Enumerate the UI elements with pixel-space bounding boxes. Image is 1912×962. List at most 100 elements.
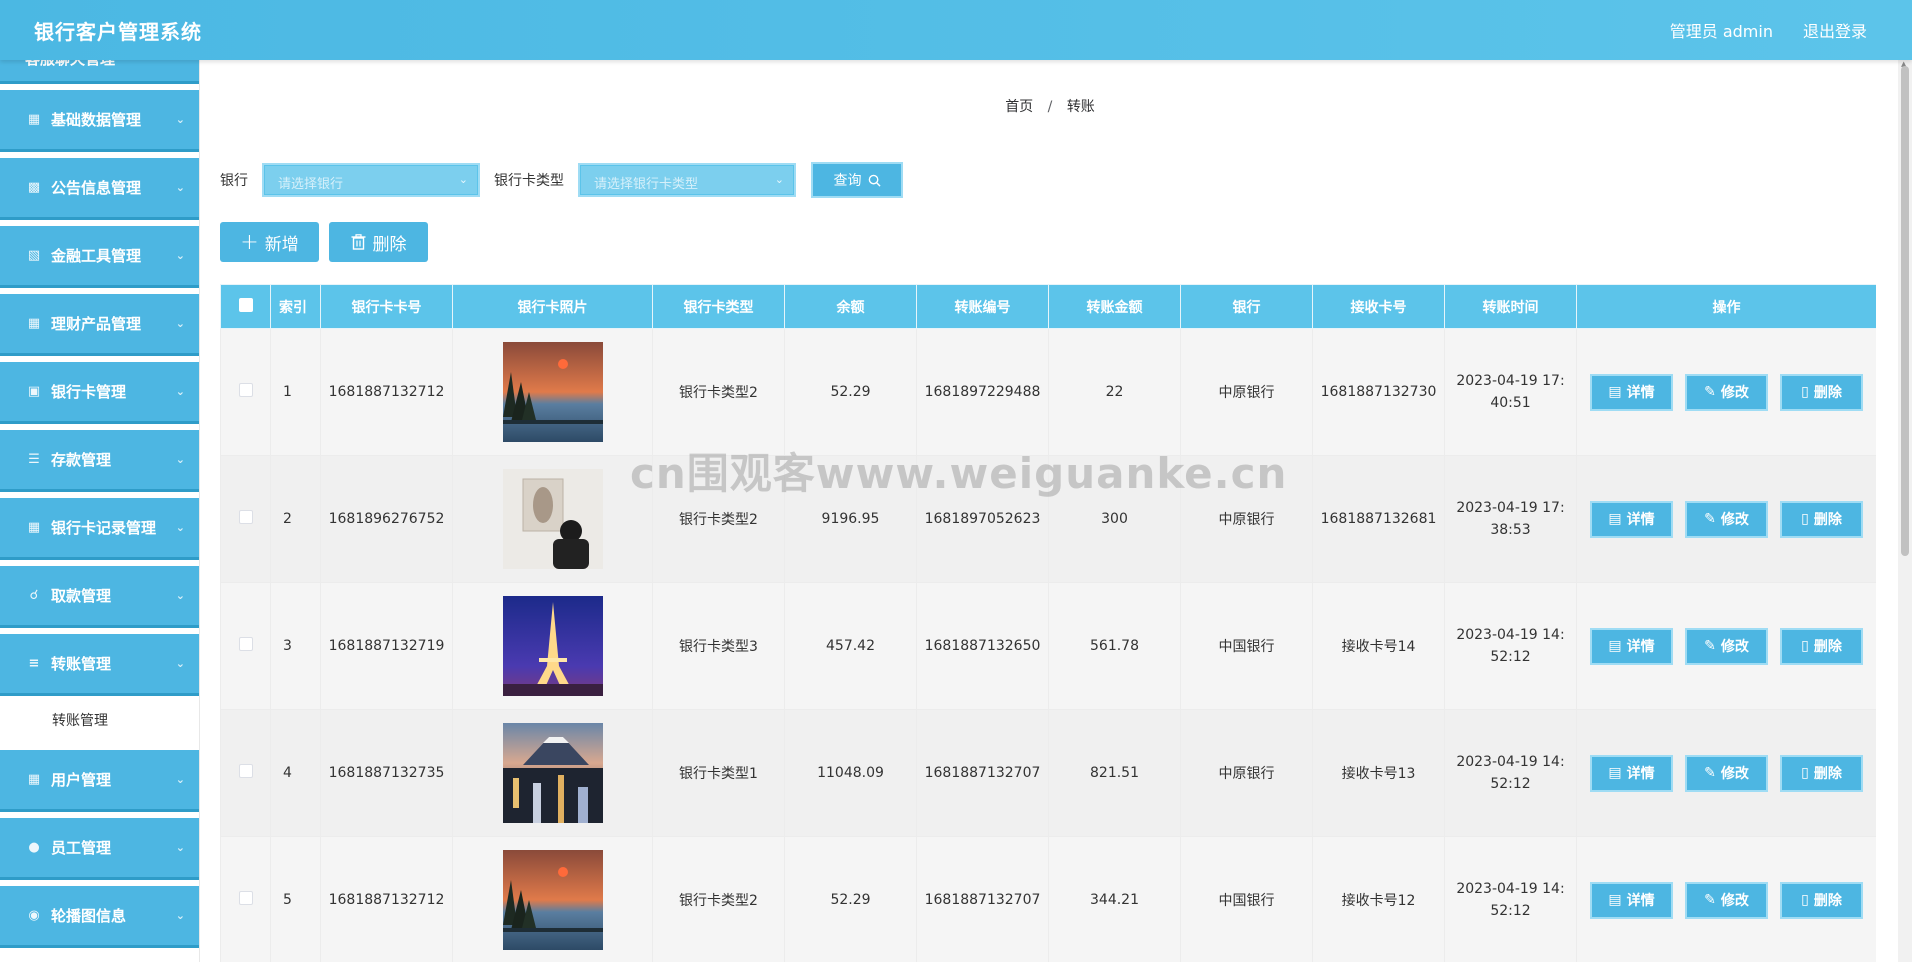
cell-receiver: 1681887132681 <box>1312 455 1445 583</box>
edit-button[interactable]: ✎ 修改 <box>1685 881 1768 919</box>
logout-link[interactable]: 退出登录 <box>1803 18 1867 42</box>
sidebar-item-7[interactable]: ☌ 取款管理 ⌄ <box>0 566 199 628</box>
scroll-thumb[interactable] <box>1901 66 1909 556</box>
chevron-down-icon: ⌄ <box>175 773 185 786</box>
pencil-icon: ✎ <box>1704 638 1716 654</box>
sidebar-item-4[interactable]: ▣ 银行卡管理 ⌄ <box>0 362 199 424</box>
breadcrumb-home[interactable]: 首页 <box>1005 99 1033 115</box>
delete-button[interactable]: ▯ 删除 <box>1780 373 1863 411</box>
table-row: 3 1681887132719 银行卡类型3 457.42 1681887132650 5… <box>220 582 1876 710</box>
page-scrollbar[interactable]: ▲ <box>1898 60 1912 962</box>
person-gallery-photo[interactable] <box>453 469 652 569</box>
bank-select[interactable]: 请选择银行 ⌄ <box>262 163 480 197</box>
sidebar-item-10[interactable]: ● 员工管理 ⌄ <box>0 818 199 880</box>
delete-button[interactable]: ▯ 删除 <box>1780 881 1863 919</box>
tool-icon: ▧ <box>27 248 41 263</box>
document-icon: ▤ <box>1608 511 1622 527</box>
edit-button[interactable]: ✎ 修改 <box>1685 754 1768 792</box>
edit-button[interactable]: ✎ 修改 <box>1685 627 1768 665</box>
column-header: 银行 <box>1180 284 1313 329</box>
column-header: 操作 <box>1576 284 1876 329</box>
main-content: 首页 / 转账 银行 请选择银行 ⌄ 银行卡类型 请选择银行卡类型 ⌄ 查询 +… <box>200 60 1912 962</box>
sidebar-item-label: 金融工具管理 <box>51 247 142 265</box>
row-select-cell[interactable] <box>220 582 271 710</box>
column-header: 银行卡照片 <box>452 284 653 329</box>
cell-card-type: 银行卡类型3 <box>652 582 785 710</box>
column-header: 转账时间 <box>1444 284 1577 329</box>
sidebar-item-6[interactable]: ▦ 银行卡记录管理 ⌄ <box>0 498 199 560</box>
cell-index: 3 <box>270 582 321 710</box>
sidebar-item-customer-chat[interactable]: 客服聊天管理 <box>0 60 199 84</box>
delete-button[interactable]: ▯ 删除 <box>1780 627 1863 665</box>
detail-button[interactable]: ▤ 详情 <box>1590 881 1673 919</box>
grid-icon: ▦ <box>27 316 41 331</box>
chevron-down-icon: ⌄ <box>175 385 185 398</box>
sidebar-item-label: 公告信息管理 <box>51 179 142 197</box>
column-header: 银行卡卡号 <box>320 284 453 329</box>
select-all-checkbox[interactable] <box>238 297 253 312</box>
sidebar-item-1[interactable]: ▩ 公告信息管理 ⌄ <box>0 158 199 220</box>
chevron-down-icon: ⌄ <box>175 657 185 670</box>
detail-button-label: 详情 <box>1626 512 1655 528</box>
user-icon: ● <box>28 840 40 855</box>
sidebar: 客服聊天管理 ▦基础数据管理⌄▩公告信息管理⌄ ▧ 金融工具管理 ⌄ ▦理财产品管理⌄▣… <box>0 60 200 962</box>
watermark: cn围观客www.weiguanke.cn <box>630 449 1288 498</box>
sidebar-item-8[interactable]: ≡ 转账管理 ⌄ <box>0 634 199 696</box>
row-checkbox[interactable] <box>238 891 253 905</box>
sidebar-item-11[interactable]: ◉ 轮播图信息 ⌄ <box>0 886 199 948</box>
edit-button[interactable]: ✎ 修改 <box>1685 500 1768 538</box>
row-select-cell[interactable] <box>220 455 271 583</box>
card-type-select[interactable]: 请选择银行卡类型 ⌄ <box>578 163 796 197</box>
search-button[interactable]: 查询 <box>811 162 903 198</box>
delete-button[interactable]: ▯ 删除 <box>1780 754 1863 792</box>
sidebar-item-2[interactable]: ▧ 金融工具管理 ⌄ <box>0 226 199 288</box>
search-icon <box>868 174 881 187</box>
detail-button[interactable]: ▤ 详情 <box>1590 373 1673 411</box>
trash-icon: ▯ <box>1801 765 1809 781</box>
cell-card-type: 银行卡类型1 <box>652 709 785 837</box>
sunset-lake-photo[interactable] <box>453 342 652 442</box>
detail-button-label: 详情 <box>1626 639 1655 655</box>
row-select-cell[interactable] <box>220 709 271 837</box>
eiffel-tower-photo[interactable] <box>453 596 652 696</box>
select-all-cell[interactable] <box>220 284 271 329</box>
mount-fuji-city-photo[interactable] <box>453 723 652 823</box>
cell-ops: ▤ 详情 ✎ 修改 ▯ 删除 <box>1576 709 1876 837</box>
document-icon: ▤ <box>1608 892 1622 908</box>
add-button[interactable]: + 新增 <box>220 222 319 262</box>
detail-button-label: 详情 <box>1626 385 1655 401</box>
row-checkbox[interactable] <box>238 764 253 778</box>
table-header-row: 索引 银行卡卡号 银行卡照片 银行卡类型 余额 转账编号 转账金额 银行 接收卡号 转账时间 操作 <box>220 284 1876 329</box>
edit-button-label: 修改 <box>1720 512 1749 528</box>
edit-button[interactable]: ✎ 修改 <box>1685 373 1768 411</box>
sidebar-subitem-transfer[interactable]: 转账管理 <box>0 696 199 744</box>
detail-button[interactable]: ▤ 详情 <box>1590 754 1673 792</box>
cell-card-no: 1681887132735 <box>320 709 453 837</box>
delete-button[interactable]: ▯ 删除 <box>1780 500 1863 538</box>
document-icon: ▤ <box>1608 384 1622 400</box>
sidebar-item-9[interactable]: ▦ 用户管理 ⌄ <box>0 750 199 812</box>
row-select-cell[interactable] <box>220 836 271 962</box>
cell-receiver: 接收卡号14 <box>1312 582 1445 710</box>
sidebar-item-0[interactable]: ▦ 基础数据管理 ⌄ <box>0 90 199 152</box>
sidebar-item-3[interactable]: ▦ 理财产品管理 ⌄ <box>0 294 199 356</box>
row-checkbox[interactable] <box>238 637 253 651</box>
table-row: 5 1681887132712 银行卡类型2 52.29 1681887132707 34… <box>220 836 1876 962</box>
delete-button-label: 删除 <box>1813 639 1842 655</box>
column-header: 余额 <box>784 284 917 329</box>
batch-delete-button[interactable]: 删除 <box>329 222 428 262</box>
detail-button[interactable]: ▤ 详情 <box>1590 627 1673 665</box>
row-checkbox[interactable] <box>238 510 253 524</box>
trash-icon: ▯ <box>1801 638 1809 654</box>
chevron-down-icon: ⌄ <box>774 173 784 186</box>
edit-button-label: 修改 <box>1720 893 1749 909</box>
cell-amount: 821.51 <box>1048 709 1181 837</box>
hand-icon: ☌ <box>29 588 39 603</box>
sunset-lake-photo[interactable] <box>453 850 652 950</box>
row-checkbox[interactable] <box>238 383 253 397</box>
cell-card-photo <box>452 709 653 837</box>
sidebar-item-5[interactable]: ☰ 存款管理 ⌄ <box>0 430 199 492</box>
detail-button[interactable]: ▤ 详情 <box>1590 500 1673 538</box>
row-select-cell[interactable] <box>220 328 271 456</box>
sidebar-item-label: 取款管理 <box>51 587 112 605</box>
